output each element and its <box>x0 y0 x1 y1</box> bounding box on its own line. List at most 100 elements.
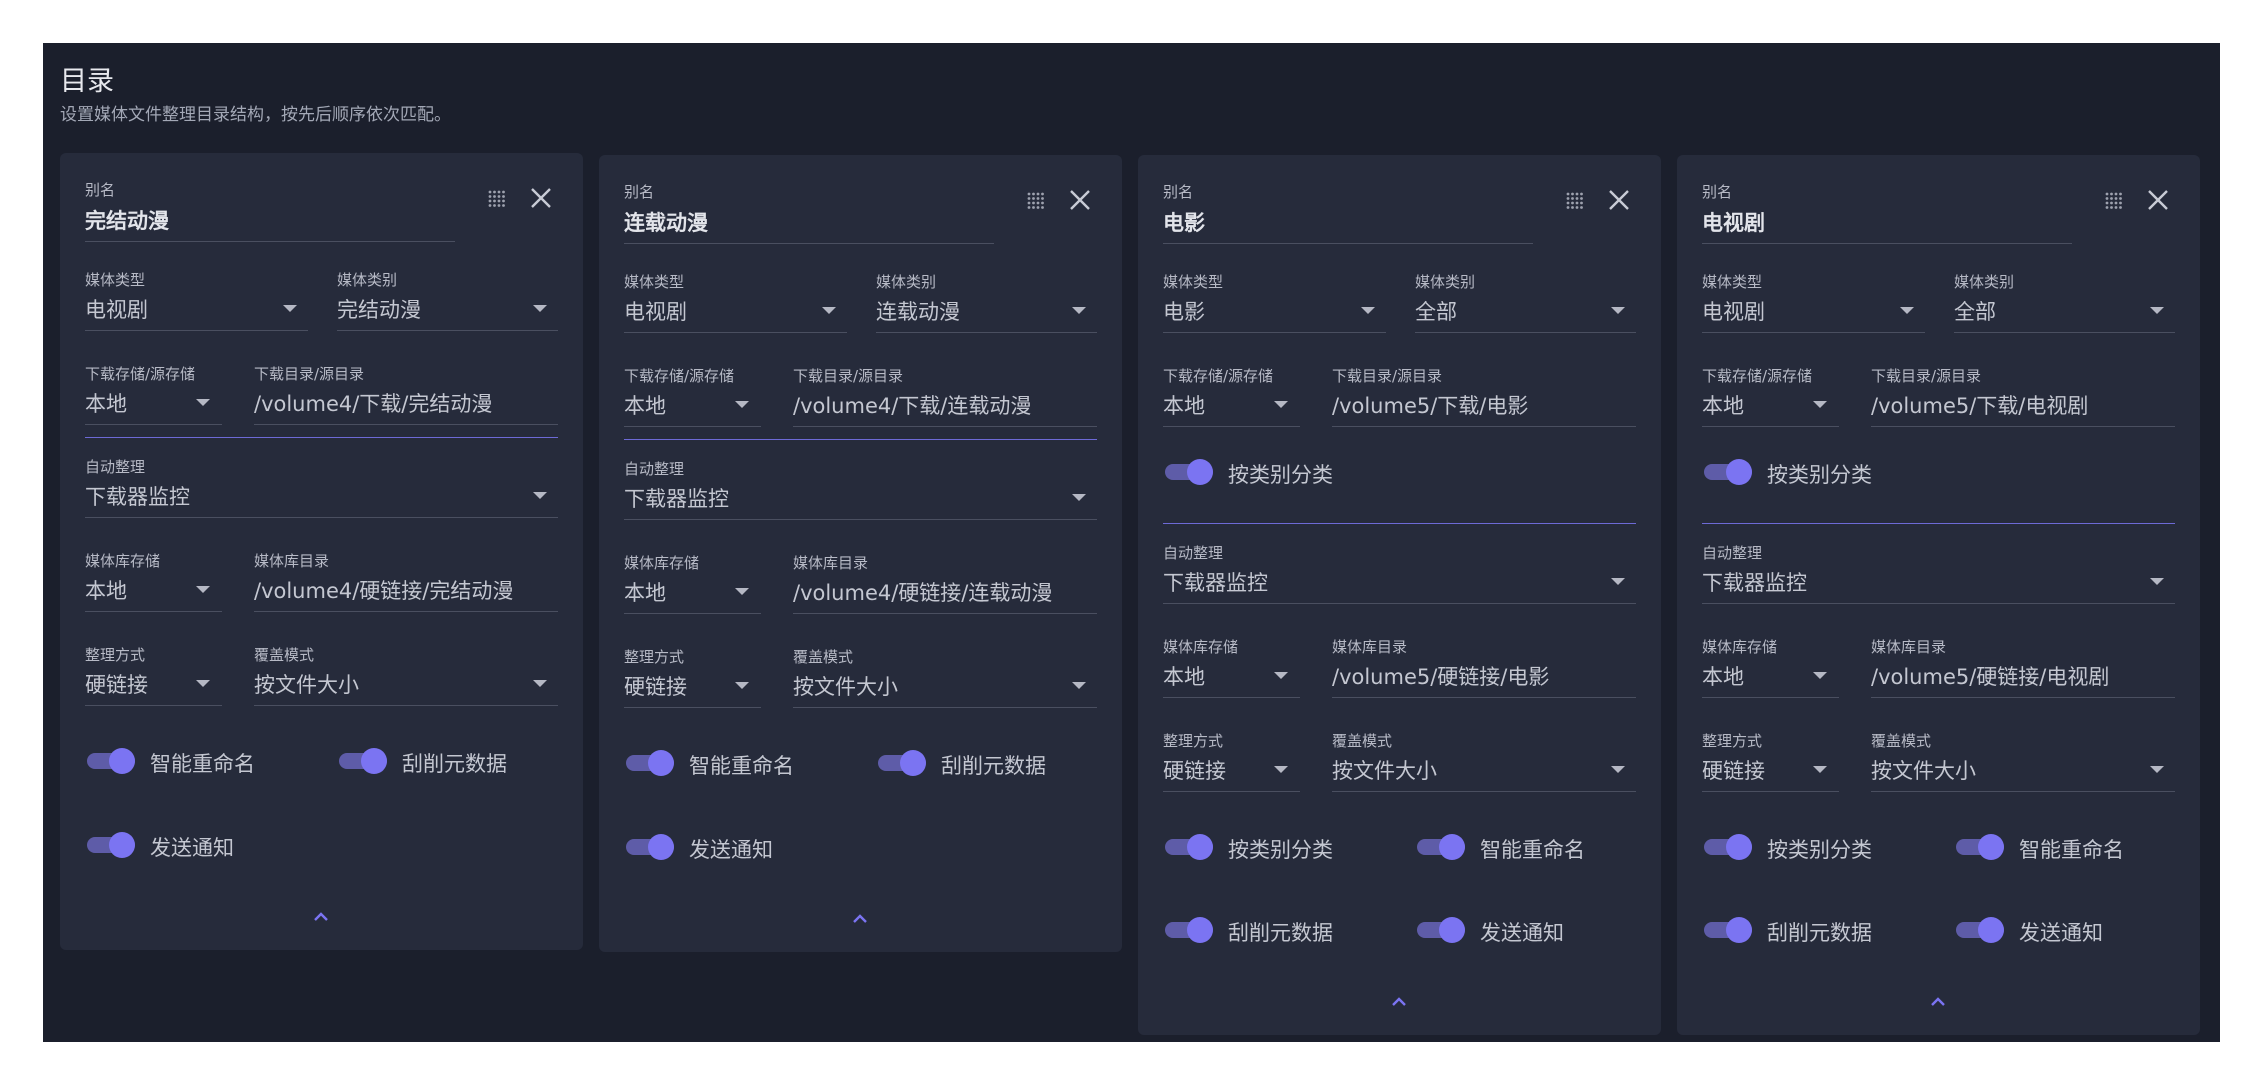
alias-input[interactable]: 连载动漫 <box>624 207 708 237</box>
download-storage-label: 下载存储/源存储 <box>85 365 196 383</box>
notify-label: 发送通知 <box>1480 921 1564 945</box>
library-storage-select[interactable]: 本地 <box>85 575 127 605</box>
chevron-down-icon <box>1611 766 1625 773</box>
media-type-label: 媒体类型 <box>1702 273 1763 291</box>
media-type-label: 媒体类型 <box>624 273 685 291</box>
organize-mode-select[interactable]: 硬链接 <box>85 669 148 699</box>
library-dir-input[interactable]: /volume4/硬链接/连载动漫 <box>793 577 1052 607</box>
notify-toggle[interactable] <box>1417 915 1467 945</box>
media-category-select[interactable]: 完结动漫 <box>337 294 421 324</box>
media-type-select[interactable]: 电视剧 <box>624 296 687 326</box>
library-dir-input[interactable]: /volume4/硬链接/完结动漫 <box>254 575 513 605</box>
auto-organize-select[interactable]: 下载器监控 <box>85 481 190 511</box>
alias-input[interactable]: 电影 <box>1163 207 1205 237</box>
smart-rename-toggle[interactable] <box>626 748 676 778</box>
chevron-up-icon[interactable] <box>1390 995 1408 1007</box>
drag-handle-icon[interactable] <box>1026 191 1044 209</box>
by-category-toggle[interactable] <box>1165 457 1215 487</box>
smart-rename-label: 智能重命名 <box>1480 838 1585 862</box>
download-storage-select[interactable]: 本地 <box>1702 390 1744 420</box>
by-category-toggle[interactable] <box>1704 457 1754 487</box>
overwrite-mode-label: 覆盖模式 <box>254 646 315 664</box>
overwrite-mode-select[interactable]: 按文件大小 <box>793 671 898 701</box>
auto-organize-select[interactable]: 下载器监控 <box>1702 567 1807 597</box>
overwrite-mode-label: 覆盖模式 <box>1332 732 1393 750</box>
organize-mode-select[interactable]: 硬链接 <box>624 671 687 701</box>
notify-label: 发送通知 <box>2019 921 2103 945</box>
directory-card: 别名 连载动漫 媒体类型 电视剧 媒体类别 连载动漫 下载存储/源存储 本地 下… <box>599 155 1122 952</box>
close-icon[interactable] <box>2147 189 2169 211</box>
media-type-select[interactable]: 电影 <box>1163 296 1205 326</box>
download-storage-select[interactable]: 本地 <box>85 388 127 418</box>
by-category-toggle[interactable] <box>1165 832 1215 862</box>
drag-handle-icon[interactable] <box>1565 191 1583 209</box>
smart-rename-toggle[interactable] <box>1417 832 1467 862</box>
drag-handle-icon[interactable] <box>2104 191 2122 209</box>
auto-organize-label: 自动整理 <box>624 460 685 478</box>
media-category-select[interactable]: 全部 <box>1415 296 1457 326</box>
notify-toggle[interactable] <box>87 830 137 860</box>
media-type-select[interactable]: 电视剧 <box>1702 296 1765 326</box>
smart-rename-label: 智能重命名 <box>150 752 255 776</box>
library-dir-input[interactable]: /volume5/硬链接/电影 <box>1332 661 1549 691</box>
auto-organize-select[interactable]: 下载器监控 <box>624 483 729 513</box>
organize-mode-select[interactable]: 硬链接 <box>1163 755 1226 785</box>
chevron-down-icon <box>533 305 547 312</box>
media-type-select[interactable]: 电视剧 <box>85 294 148 324</box>
section-divider <box>85 437 558 438</box>
notify-toggle[interactable] <box>626 832 676 862</box>
download-storage-select[interactable]: 本地 <box>624 390 666 420</box>
close-icon[interactable] <box>1608 189 1630 211</box>
library-storage-label: 媒体库存储 <box>624 554 700 572</box>
chevron-up-icon[interactable] <box>312 910 330 922</box>
download-dir-label: 下载目录/源目录 <box>793 367 904 385</box>
scrape-toggle[interactable] <box>339 746 389 776</box>
media-category-select[interactable]: 全部 <box>1954 296 1996 326</box>
chevron-down-icon <box>1274 672 1288 679</box>
smart-rename-toggle[interactable] <box>1956 832 2006 862</box>
library-dir-input[interactable]: /volume5/硬链接/电视剧 <box>1871 661 2109 691</box>
chevron-up-icon[interactable] <box>851 912 869 924</box>
page-title: 目录 <box>60 66 114 97</box>
download-storage-select[interactable]: 本地 <box>1163 390 1205 420</box>
chevron-down-icon <box>1813 766 1827 773</box>
library-storage-select[interactable]: 本地 <box>1702 661 1744 691</box>
library-storage-label: 媒体库存储 <box>85 552 161 570</box>
by-category-toggle[interactable] <box>1704 832 1754 862</box>
library-storage-select[interactable]: 本地 <box>624 577 666 607</box>
chevron-down-icon <box>822 307 836 314</box>
scrape-toggle[interactable] <box>1704 915 1754 945</box>
close-icon[interactable] <box>1069 189 1091 211</box>
chevron-down-icon <box>2150 578 2164 585</box>
download-dir-input[interactable]: /volume4/下载/完结动漫 <box>254 388 492 418</box>
chevron-down-icon <box>2150 307 2164 314</box>
scrape-label: 刮削元数据 <box>941 754 1046 778</box>
notify-toggle[interactable] <box>1956 915 2006 945</box>
overwrite-mode-select[interactable]: 按文件大小 <box>1332 755 1437 785</box>
overwrite-mode-select[interactable]: 按文件大小 <box>1871 755 1976 785</box>
download-dir-input[interactable]: /volume5/下载/电影 <box>1332 390 1528 420</box>
alias-label: 别名 <box>1702 183 1733 201</box>
scrape-label: 刮削元数据 <box>1228 921 1333 945</box>
chevron-down-icon <box>533 492 547 499</box>
alias-input[interactable]: 完结动漫 <box>85 205 169 235</box>
drag-handle-icon[interactable] <box>487 189 505 207</box>
scrape-toggle[interactable] <box>1165 915 1215 945</box>
organize-mode-select[interactable]: 硬链接 <box>1702 755 1765 785</box>
library-storage-select[interactable]: 本地 <box>1163 661 1205 691</box>
smart-rename-toggle[interactable] <box>87 746 137 776</box>
overwrite-mode-select[interactable]: 按文件大小 <box>254 669 359 699</box>
by-category-label: 按类别分类 <box>1767 463 1872 487</box>
download-dir-label: 下载目录/源目录 <box>1871 367 1982 385</box>
alias-input[interactable]: 电视剧 <box>1702 207 1765 237</box>
media-category-select[interactable]: 连载动漫 <box>876 296 960 326</box>
download-dir-label: 下载目录/源目录 <box>1332 367 1443 385</box>
auto-organize-select[interactable]: 下载器监控 <box>1163 567 1268 597</box>
section-divider <box>1163 523 1636 524</box>
close-icon[interactable] <box>530 187 552 209</box>
auto-organize-label: 自动整理 <box>1702 544 1763 562</box>
scrape-toggle[interactable] <box>878 748 928 778</box>
download-dir-input[interactable]: /volume5/下载/电视剧 <box>1871 390 2088 420</box>
chevron-up-icon[interactable] <box>1929 995 1947 1007</box>
download-dir-input[interactable]: /volume4/下载/连载动漫 <box>793 390 1031 420</box>
